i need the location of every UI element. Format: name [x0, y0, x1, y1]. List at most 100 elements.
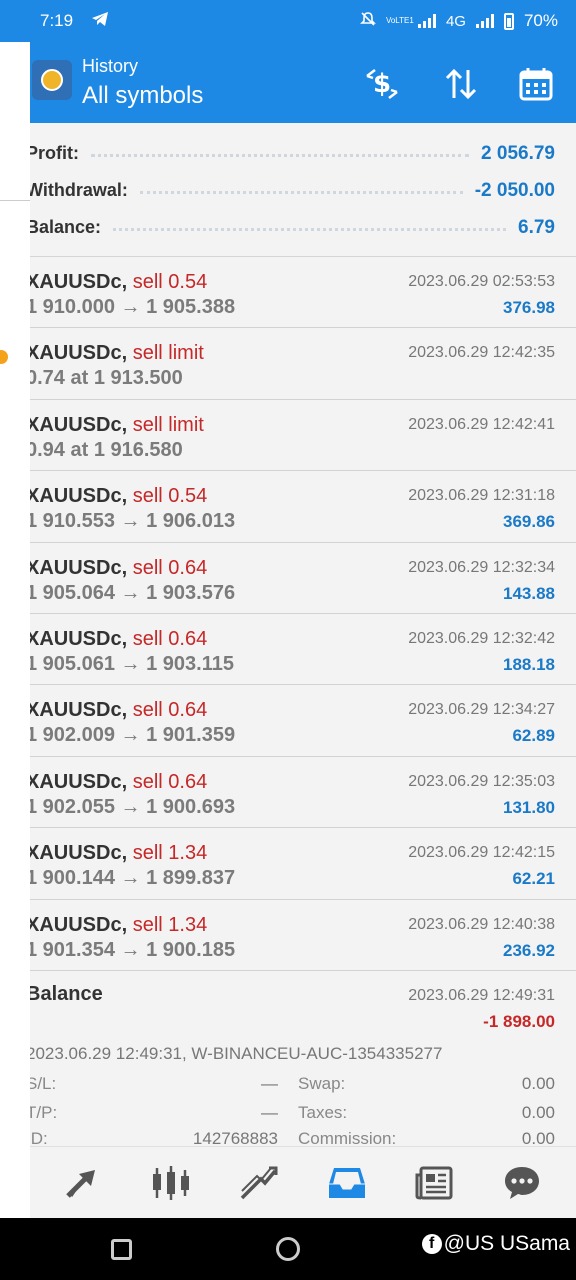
watermark-text: @US USama: [443, 1232, 570, 1255]
home-button[interactable]: [276, 1237, 300, 1261]
deal-prices: 1 902.055 → 1 900.693: [30, 795, 236, 818]
deal-row[interactable]: XAUUSDc, sell 1.34 1 900.144 → 1 899.837…: [30, 828, 576, 900]
deal-prices: 1 910.553 → 1 906.013: [30, 510, 236, 533]
summary: Profit: 2 056.79 Withdrawal: -2 050.00 B…: [30, 123, 576, 246]
deal-row[interactable]: XAUUSDc, sell 0.64 1 905.064 → 1 903.576…: [30, 543, 576, 614]
news-icon[interactable]: [409, 1158, 459, 1208]
order-row[interactable]: XAUUSDc, sell limit 0.74 at 1 913.500 20…: [30, 328, 576, 400]
deal-row[interactable]: XAUUSDc, sell 0.64 1 905.061 → 1 903.115…: [30, 614, 576, 686]
history-icon[interactable]: [322, 1158, 372, 1208]
bottom-nav: [30, 1146, 576, 1218]
deal-row[interactable]: XAUUSDc, sell 0.54 1 910.000 → 1 905.388…: [30, 257, 576, 329]
sl-value: —: [261, 1073, 278, 1093]
balance-entry[interactable]: Balance 2023.06.29 12:49:31 -1 898.00 20…: [30, 971, 576, 1148]
deal-prices: 1 902.009 → 1 901.359: [30, 724, 236, 747]
deal-time: 2023.06.29 12:42:15: [408, 844, 555, 862]
deal-prices: 1 901.354 → 1 900.185: [30, 938, 236, 961]
sort-icon[interactable]: [441, 64, 481, 104]
deal-action: sell limit: [132, 413, 204, 436]
deal-time: 2023.06.29 02:53:53: [408, 273, 555, 290]
deal-time: 2023.06.29 12:32:42: [408, 629, 555, 647]
deal-row[interactable]: XAUUSDc, sell 0.64 1 902.055 → 1 900.693…: [30, 757, 576, 829]
deal-symbol: XAUUSDc,: [30, 842, 128, 865]
deal-action: sell 0.54: [132, 271, 208, 293]
deal-time: 2023.06.29 12:34:27: [408, 701, 555, 719]
symbol-filter[interactable]: All symbols: [82, 82, 203, 110]
summary-value: 6.79: [518, 216, 555, 238]
history-screen: History All symbols $ Profit: 2 056.79 W…: [30, 42, 576, 1218]
trade-icon[interactable]: [234, 1158, 284, 1208]
deal-action: sell 1.34: [132, 913, 208, 936]
deal-action: sell 0.64: [132, 770, 208, 793]
chat-icon[interactable]: [497, 1158, 547, 1208]
summary-profit: Profit: 2 056.79: [30, 135, 576, 172]
deal-prices: 0.94 at 1 916.580: [30, 438, 183, 461]
deal-symbol: XAUUSDc,: [30, 770, 128, 793]
deal-prices: 1 905.064 → 1 903.576: [30, 581, 236, 604]
deal-action: sell 0.54: [132, 485, 208, 508]
network-type: 4G: [445, 12, 466, 30]
recents-button[interactable]: [111, 1239, 132, 1260]
balance-title: Balance: [30, 982, 103, 1005]
summary-balance: Balance: 6.79: [30, 209, 576, 246]
deal-row[interactable]: XAUUSDc, sell 0.54 1 910.553 → 1 906.013…: [30, 471, 576, 543]
deal-action: sell 1.34: [132, 842, 208, 865]
deal-time: 2023.06.29 12:40:38: [408, 915, 555, 933]
mute-icon: [360, 11, 376, 31]
deal-row[interactable]: XAUUSDc, sell 1.34 1 901.354 → 1 900.185…: [30, 900, 576, 971]
deal-time: 2023.06.29 12:42:35: [408, 344, 555, 362]
deal-symbol: XAUUSDc,: [30, 413, 128, 436]
deal-time: 2023.06.29 12:32:34: [408, 558, 555, 576]
watermark: f @US USama: [421, 1232, 570, 1256]
toolbar-subtitle: History: [82, 56, 139, 76]
deal-profit: 131.80: [503, 797, 555, 817]
app-logo-icon[interactable]: [32, 60, 72, 100]
signal-icon-2: [475, 14, 494, 28]
swap-label: Swap:: [298, 1073, 346, 1093]
deposit-withdraw-icon[interactable]: $: [362, 64, 402, 104]
summary-value: 2 056.79: [481, 142, 555, 164]
battery-icon: [503, 12, 514, 30]
deal-profit: 369.86: [503, 512, 555, 532]
notification-dot: [0, 350, 8, 364]
deal-symbol: XAUUSDc,: [30, 913, 128, 936]
deal-symbol: XAUUSDc,: [30, 271, 128, 293]
signal-icon: [417, 14, 436, 28]
deal-action: sell limit: [132, 342, 204, 365]
deal-prices: 1 910.000 → 1 905.388: [30, 296, 236, 318]
deals-list: XAUUSDc, sell 0.54 1 910.000 → 1 905.388…: [30, 257, 576, 1148]
quotes-icon[interactable]: [59, 1158, 109, 1208]
side-panel-edge[interactable]: [0, 42, 30, 1218]
deal-action: sell 0.64: [132, 699, 208, 722]
deal-symbol: XAUUSDc,: [30, 485, 128, 508]
summary-label: Balance:: [30, 217, 102, 237]
svg-text:$: $: [373, 69, 391, 99]
summary-label: Withdrawal:: [30, 180, 128, 200]
deal-row[interactable]: XAUUSDc, sell 0.64 1 902.009 → 1 901.359…: [30, 685, 576, 757]
balance-time: 2023.06.29 12:49:31: [408, 986, 555, 1004]
summary-withdrawal: Withdrawal: -2 050.00: [30, 172, 576, 209]
order-row[interactable]: XAUUSDc, sell limit 0.94 at 1 916.580 20…: [30, 400, 576, 472]
deal-action: sell 0.64: [132, 627, 208, 650]
battery-level: 70%: [523, 11, 558, 30]
summary-value: -2 050.00: [474, 179, 555, 201]
deal-profit: 188.18: [503, 654, 555, 674]
volte-icon: VoLTE1: [385, 16, 414, 25]
deal-profit: 62.21: [512, 869, 555, 889]
tp-label: T/P:: [30, 1102, 58, 1122]
deal-symbol: XAUUSDc,: [30, 556, 128, 579]
deal-time: 2023.06.29 12:42:41: [408, 415, 555, 433]
tp-value: —: [261, 1102, 278, 1122]
deal-prices: 1 905.061 → 1 903.115: [30, 652, 234, 675]
status-time: 7:19: [40, 11, 74, 30]
system-nav-bar: f @US USama: [0, 1218, 576, 1280]
taxes-value: 0.00: [521, 1102, 555, 1122]
chart-icon[interactable]: [146, 1158, 196, 1208]
deal-time: 2023.06.29 12:35:03: [408, 772, 555, 790]
calendar-icon[interactable]: [516, 64, 556, 104]
telegram-icon: [91, 11, 109, 32]
deal-profit: 62.89: [512, 726, 555, 746]
facebook-icon: f: [421, 1234, 442, 1254]
sl-label: S/L:: [30, 1073, 57, 1093]
deal-prices: 1 900.144 → 1 899.837: [30, 867, 236, 890]
